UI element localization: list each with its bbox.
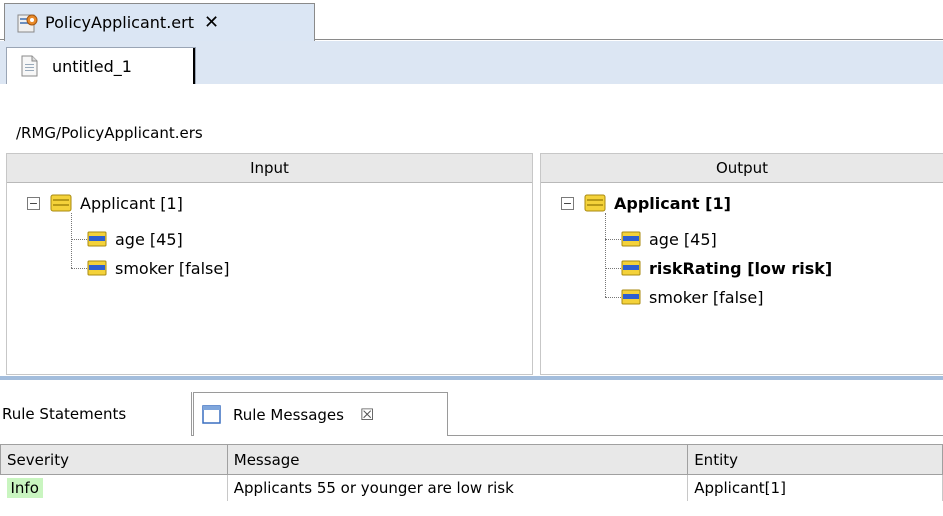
output-attribute-label: smoker [false] xyxy=(649,287,764,307)
attribute-icon xyxy=(621,289,641,305)
severity-cell: Info xyxy=(0,474,228,501)
tab-rule-statements-label: Rule Statements xyxy=(2,405,127,423)
output-attribute-label: age [45] xyxy=(649,229,717,249)
collapse-icon[interactable]: − xyxy=(561,196,574,210)
tree-node-attribute[interactable]: smoker [false] xyxy=(87,254,229,282)
tab-rule-messages-label: Rule Messages xyxy=(233,405,344,424)
tree-node-attribute[interactable]: age [45] xyxy=(87,225,183,253)
window-icon xyxy=(202,405,221,424)
input-entity-label: Applicant [1] xyxy=(80,193,183,213)
input-pane: Input − Applicant [1] age [45] smoker [f… xyxy=(6,153,533,375)
entity-icon xyxy=(584,194,606,212)
tree-connector xyxy=(71,239,87,240)
document-icon xyxy=(21,55,38,77)
tree-connector xyxy=(605,297,621,298)
output-attribute-label: riskRating [low risk] xyxy=(649,258,833,278)
attribute-icon xyxy=(621,260,641,276)
message-cell: Applicants 55 or younger are low risk xyxy=(227,474,689,501)
test-tab-label: untitled_1 xyxy=(52,56,132,76)
attribute-icon xyxy=(87,231,107,247)
output-header: Output xyxy=(541,154,943,183)
column-header-severity[interactable]: Severity xyxy=(0,444,228,475)
path-bar xyxy=(0,84,943,121)
tree-connector xyxy=(71,213,72,268)
view-tab-strip: Rule Statements Rule Messages ☒ xyxy=(0,380,943,436)
close-icon[interactable]: ☒ xyxy=(360,405,374,424)
table-header-row: Severity Message Entity xyxy=(0,444,943,475)
ruletest-icon xyxy=(17,12,39,34)
severity-badge: Info xyxy=(6,477,43,498)
tab-separator xyxy=(193,48,195,85)
input-attribute-label: smoker [false] xyxy=(115,258,230,278)
test-tab-strip: untitled_1 xyxy=(0,41,943,121)
messages-table: Severity Message Entity Info Applicants … xyxy=(0,444,943,516)
column-header-entity[interactable]: Entity xyxy=(687,444,943,475)
attribute-icon xyxy=(87,260,107,276)
input-attribute-label: age [45] xyxy=(115,229,183,249)
tree-node-attribute[interactable]: riskRating [low risk] xyxy=(621,254,832,282)
tree-node-entity[interactable]: − Applicant [1] xyxy=(27,189,183,217)
tree-node-entity[interactable]: − Applicant [1] xyxy=(561,189,731,217)
tab-rule-messages[interactable]: Rule Messages ☒ xyxy=(193,392,448,436)
collapse-icon[interactable]: − xyxy=(27,196,40,210)
tree-connector xyxy=(605,268,621,269)
close-icon[interactable]: ✕ xyxy=(204,12,219,33)
test-tab-untitled[interactable]: untitled_1 xyxy=(6,47,196,85)
output-entity-label: Applicant [1] xyxy=(614,193,731,213)
attribute-icon xyxy=(621,231,641,247)
output-pane: Output − Applicant [1] age [45] riskRati… xyxy=(540,153,943,375)
entity-icon xyxy=(50,194,72,212)
tab-rule-statements[interactable]: Rule Statements xyxy=(0,392,192,436)
input-header: Input xyxy=(7,154,532,183)
column-header-message[interactable]: Message xyxy=(227,444,689,475)
editor-tab-bar: PolicyApplicant.ert ✕ xyxy=(0,0,943,41)
table-row[interactable]: Info Applicants 55 or younger are low ri… xyxy=(0,474,943,501)
tree-node-attribute[interactable]: smoker [false] xyxy=(621,283,763,311)
editor-tab-title: PolicyApplicant.ert xyxy=(45,13,194,32)
tree-node-attribute[interactable]: age [45] xyxy=(621,225,717,253)
entity-cell: Applicant[1] xyxy=(687,474,943,501)
tree-connector xyxy=(605,239,621,240)
editor-tab-policyapplicant[interactable]: PolicyApplicant.ert ✕ xyxy=(4,3,315,41)
ruleset-path: /RMG/PolicyApplicant.ers xyxy=(16,124,203,142)
tree-connector xyxy=(605,213,606,297)
tree-connector xyxy=(71,268,87,269)
